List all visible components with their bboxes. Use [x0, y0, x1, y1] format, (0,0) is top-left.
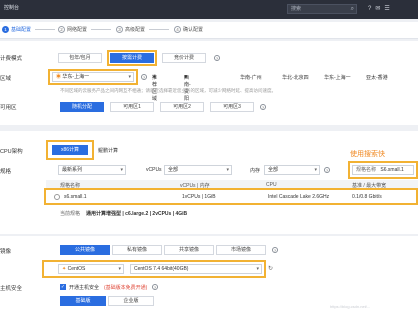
region-note: 不同区域的云服务产品之间内网互不相通；请就近选择靠近您业务的区域，可减少网络时延… [60, 88, 276, 93]
topbar-icons[interactable]: ?✉☰ [368, 5, 394, 12]
step-divider [149, 29, 170, 30]
help-icon[interactable]: ? [141, 74, 147, 80]
vcpus-label: vCPUs [146, 167, 162, 173]
region-option[interactable]: 华东-上海一 [324, 74, 351, 81]
spec-label: 规格 [0, 169, 12, 175]
highlight-x86 [46, 140, 94, 160]
az-random-button[interactable]: 随机分配 [60, 102, 104, 112]
current-spec-value: 通用计算增强型 | c6.large.2 | 2vCPUs | 4GiB [86, 211, 188, 217]
chevron-down-icon: ▾ [314, 167, 317, 173]
step-divider [35, 29, 56, 30]
basic-edition-button[interactable]: 基础版 [60, 296, 106, 306]
region-option[interactable]: 亚太-香港 [366, 74, 388, 81]
step-label: 基础配置 [11, 27, 32, 33]
current-spec-label: 当前规格 [60, 211, 81, 217]
image-label: 镜像 [0, 249, 12, 255]
chevron-down-icon: ▾ [226, 167, 229, 173]
az-1-button[interactable]: 可用区1 [110, 102, 154, 112]
step-4[interactable]: 4 确认配置 [174, 26, 203, 33]
cpu-arch-label: CPU架构 [0, 149, 23, 155]
step-3[interactable]: 3 高级配置 [116, 26, 170, 33]
step-2[interactable]: 2 网络配置 [58, 26, 112, 33]
step-label: 网络配置 [67, 27, 88, 33]
security-checkbox[interactable]: ✓ [60, 284, 66, 290]
market-image-tab[interactable]: 市场镜像 [216, 245, 266, 255]
search-placeholder: 搜索 [291, 6, 302, 12]
az-label: 可用区 [0, 105, 17, 111]
public-image-tab[interactable]: 公共镜像 [60, 245, 110, 255]
console-brand[interactable]: 控制台 [4, 4, 19, 11]
step-number: 2 [58, 26, 65, 33]
help-icon[interactable]: ? [272, 247, 278, 253]
search-tip-annotation: 使用搜索快 [350, 151, 385, 158]
image-card: 镜像 公共镜像 私有镜像 共享镜像 市场镜像 ? ✦ CentOS ▾ CentO… [0, 236, 418, 314]
region-label: 区域 [0, 76, 12, 82]
watermark: https://blog.csdn.net/... [330, 304, 371, 309]
help-icon[interactable]: ? [324, 167, 330, 173]
highlight-spec-row [44, 188, 418, 205]
step-number: 4 [174, 26, 181, 33]
search-input[interactable]: 搜索 ⌕ [287, 4, 357, 14]
spec-card: CPU架构 x86计算 鲲鹏计算 规格 最新系列 ▾ vCPUs 全部 ▾ 内存 全… [0, 131, 418, 234]
shared-image-tab[interactable]: 共享镜像 [164, 245, 214, 255]
private-image-tab[interactable]: 私有镜像 [112, 245, 162, 255]
basic-config-card: 计费模式 包年/包月 按需计费 竞价计费 ? 区域 ◉ 华东-上海一 ▾ ? ★… [0, 41, 418, 125]
billing-spot-button[interactable]: 竞价计费 [162, 53, 206, 63]
enterprise-edition-button[interactable]: 企业版 [108, 296, 154, 306]
step-divider [91, 29, 112, 30]
help-icon[interactable]: ? [214, 55, 220, 61]
security-label: 主机安全 [0, 286, 23, 292]
chevron-down-icon: ▾ [120, 167, 123, 173]
az-2-button[interactable]: 可用区2 [160, 102, 204, 112]
billing-label: 计费模式 [0, 56, 23, 62]
billing-yearly-button[interactable]: 包年/包月 [58, 53, 102, 63]
security-note: (基础版本免费开通) [104, 285, 148, 291]
search-icon[interactable]: ⌕ [351, 5, 354, 13]
help-icon[interactable]: ? [152, 284, 158, 290]
region-option[interactable]: 华南-广州 [240, 74, 262, 81]
mem-label: 内存 [250, 168, 261, 174]
step-1[interactable]: 1 基础配置 [2, 26, 56, 33]
step-number: 1 [2, 26, 9, 33]
vcpus-select[interactable]: 全部 ▾ [164, 165, 232, 175]
security-check-label: 开通主机安全 [69, 285, 100, 291]
top-navigation-bar: 控制台 搜索 ⌕ ?✉☰ [0, 0, 418, 19]
step-label: 确认配置 [183, 27, 204, 33]
highlight-image [42, 260, 266, 278]
user-icon[interactable]: ☰ [384, 6, 393, 12]
mem-select[interactable]: 全部 ▾ [264, 165, 320, 175]
step-number: 3 [116, 26, 123, 33]
region-quick-list: ★推荐区域 ■西南-贵阳一 华南-广州 华北-北京四 华东-上海一 亚太-香港 [152, 74, 388, 109]
refresh-icon[interactable]: ↻ [268, 265, 273, 272]
help-icon[interactable]: ? [260, 104, 266, 110]
highlight-ondemand [107, 50, 157, 66]
az-3-button[interactable]: 可用区3 [210, 102, 254, 112]
family-select[interactable]: 最新系列 ▾ [58, 165, 126, 175]
region-option[interactable]: 华北-北京四 [282, 74, 309, 81]
highlight-spec-search [348, 161, 418, 179]
wizard-steps: 1 基础配置 2 网络配置 3 高级配置 4 确认配置 [0, 22, 418, 39]
step-label: 高级配置 [125, 27, 146, 33]
highlight-region [48, 69, 138, 85]
kunpeng-option[interactable]: 鲲鹏计算 [98, 147, 118, 154]
